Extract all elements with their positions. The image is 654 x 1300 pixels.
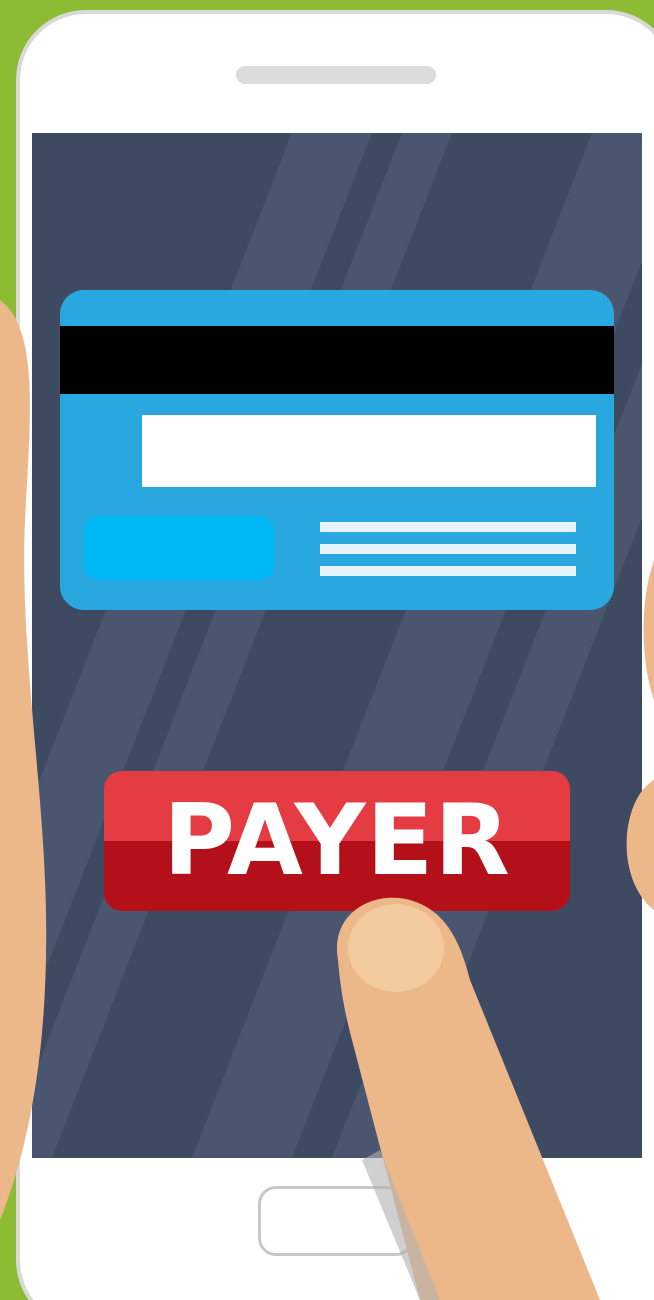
credit-card-back bbox=[60, 290, 614, 610]
card-text-line bbox=[320, 522, 576, 532]
card-text-line bbox=[320, 566, 576, 576]
home-button[interactable] bbox=[258, 1186, 414, 1256]
card-code-field bbox=[84, 516, 274, 580]
pay-button-label: PAYER bbox=[163, 784, 511, 898]
payment-illustration: PAYER bbox=[0, 0, 654, 1300]
phone-screen: PAYER bbox=[32, 133, 642, 1158]
screen-glare-stripes bbox=[32, 133, 642, 1158]
speaker-grille bbox=[236, 66, 436, 84]
card-text-lines bbox=[320, 522, 576, 588]
pay-button[interactable]: PAYER bbox=[104, 771, 570, 911]
signature-field bbox=[142, 415, 596, 487]
card-text-line bbox=[320, 544, 576, 554]
magnetic-stripe bbox=[60, 326, 614, 394]
